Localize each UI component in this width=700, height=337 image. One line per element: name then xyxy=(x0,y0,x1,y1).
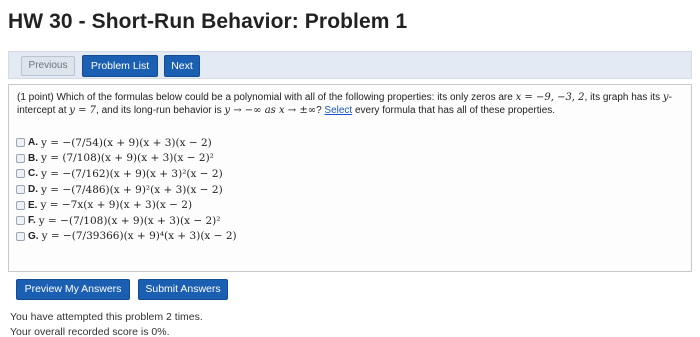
option-b-letter: B. xyxy=(28,152,38,164)
option-a-letter: A. xyxy=(28,137,38,149)
option-e-checkbox[interactable] xyxy=(16,200,25,210)
option-b: B. y = (7/108)(x + 9)(x + 3)(x − 2)² xyxy=(16,151,237,167)
problem-list-button[interactable]: Problem List xyxy=(82,55,158,77)
option-a-checkbox[interactable] xyxy=(16,138,25,148)
option-c-formula: y = −(7/162)(x + 9)(x + 3)²(x − 2) xyxy=(41,167,223,180)
option-b-checkbox[interactable] xyxy=(16,153,25,163)
prompt-start: (1 point) Which of the formulas below co… xyxy=(17,92,516,103)
option-b-formula: y = (7/108)(x + 9)(x + 3)(x − 2)² xyxy=(41,152,214,165)
option-a-formula: y = −(7/54)(x + 9)(x + 3)(x − 2) xyxy=(41,136,212,149)
score-status: Your overall recorded score is 0%. xyxy=(10,326,170,337)
prompt-mid3: , and its long-run behavior is xyxy=(96,105,225,116)
option-g-checkbox[interactable] xyxy=(16,231,25,241)
option-f-letter: F. xyxy=(28,215,36,227)
page: HW 30 - Short-Run Behavior: Problem 1 Pr… xyxy=(0,0,700,337)
option-a: A. y = −(7/54)(x + 9)(x + 3)(x − 2) xyxy=(16,135,237,151)
option-d-checkbox[interactable] xyxy=(16,185,25,195)
option-d: D. y = −(7/486)(x + 9)²(x + 3)(x − 2) xyxy=(16,182,237,198)
option-c-letter: C. xyxy=(28,168,38,180)
problem-box: (1 point) Which of the formulas below co… xyxy=(8,84,692,272)
longrun-math: y → −∞ as x → ±∞ xyxy=(224,105,317,116)
submit-answers-button[interactable]: Submit Answers xyxy=(138,279,228,300)
option-f: F. y = −(7/108)(x + 9)(x + 3)(x − 2)² xyxy=(16,213,237,229)
option-g-letter: G. xyxy=(28,230,39,242)
intercept-math: y = 7 xyxy=(69,105,97,116)
prompt-end: every formula that has all of these prop… xyxy=(352,105,556,116)
answer-options: A. y = −(7/54)(x + 9)(x + 3)(x − 2) B. y… xyxy=(16,135,237,244)
option-f-checkbox[interactable] xyxy=(16,216,25,226)
option-d-formula: y = −(7/486)(x + 9)²(x + 3)(x − 2) xyxy=(41,183,223,196)
option-d-letter: D. xyxy=(28,184,38,196)
zeros-math: x = −9, −3, 2 xyxy=(515,92,585,103)
attempts-status: You have attempted this problem 2 times. xyxy=(10,311,203,323)
option-c: C. y = −(7/162)(x + 9)(x + 3)²(x − 2) xyxy=(16,166,237,182)
option-g-formula: y = −(7/39366)(x + 9)⁴(x + 3)(x − 2) xyxy=(41,230,237,243)
page-title: HW 30 - Short-Run Behavior: Problem 1 xyxy=(8,10,408,33)
prompt-mid1: , its graph has its xyxy=(584,92,663,103)
select-link[interactable]: Select xyxy=(324,105,352,116)
option-f-formula: y = −(7/108)(x + 9)(x + 3)(x − 2)² xyxy=(38,214,221,227)
problem-prompt: (1 point) Which of the formulas below co… xyxy=(17,91,685,117)
previous-button[interactable]: Previous xyxy=(21,56,75,76)
option-g: G. y = −(7/39366)(x + 9)⁴(x + 3)(x − 2) xyxy=(16,229,237,245)
problem-nav-bar: Previous Problem List Next xyxy=(8,51,692,79)
option-e: E. y = −7x(x + 9)(x + 3)(x − 2) xyxy=(16,197,237,213)
option-c-checkbox[interactable] xyxy=(16,169,25,179)
option-e-formula: y = −7x(x + 9)(x + 3)(x − 2) xyxy=(40,199,193,212)
next-button[interactable]: Next xyxy=(164,55,200,77)
option-e-letter: E. xyxy=(28,199,38,211)
preview-answers-button[interactable]: Preview My Answers xyxy=(16,279,130,300)
